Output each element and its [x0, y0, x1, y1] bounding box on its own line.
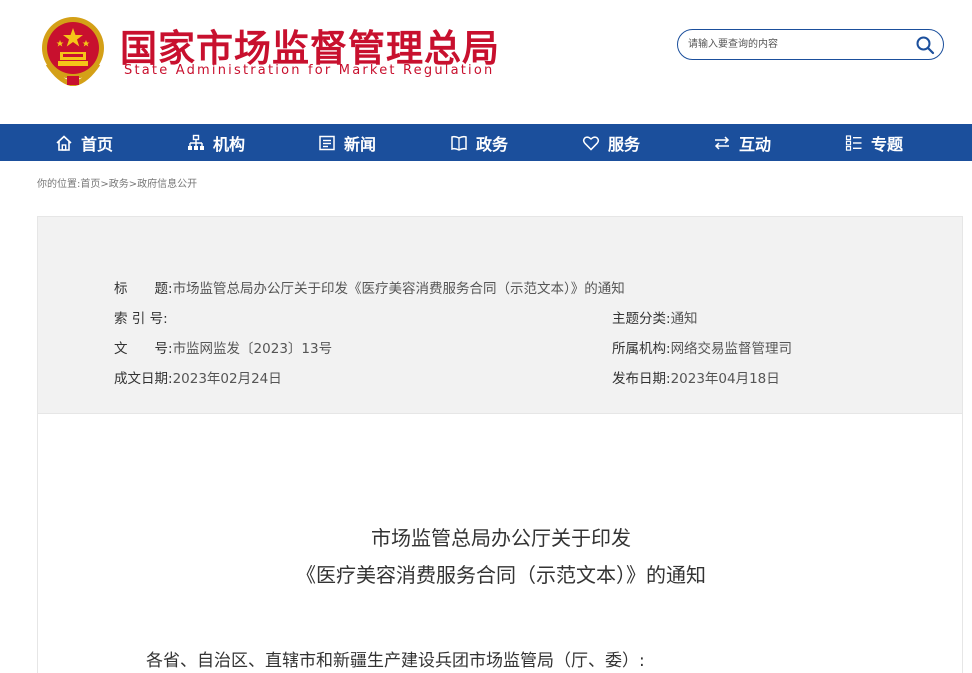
nav-item-government[interactable]: 政务 — [450, 124, 508, 161]
info-date-row: 成文日期:2023年02月24日 — [114, 367, 282, 387]
nav-item-topic[interactable]: 专题 — [845, 124, 903, 161]
nav-item-interact[interactable]: 互动 — [713, 124, 771, 161]
info-date-value: 2023年02月24日 — [172, 371, 282, 387]
nav-label: 服务 — [608, 134, 641, 154]
search-icon[interactable] — [915, 35, 935, 55]
info-title-label: 标 题: — [114, 281, 173, 297]
info-date-label: 成文日期: — [114, 371, 173, 387]
search-box — [677, 29, 944, 60]
nav-label: 新闻 — [344, 134, 377, 154]
government-icon — [451, 135, 467, 151]
info-category-value: 通知 — [670, 311, 698, 327]
info-org-row: 所属机构:网络交易监督管理司 — [612, 337, 792, 357]
info-index-label: 索 引 号: — [114, 311, 168, 327]
national-emblem-icon[interactable] — [40, 14, 106, 86]
nav-label: 专题 — [871, 134, 904, 154]
org-icon — [188, 134, 204, 150]
info-org-label: 所属机构: — [612, 341, 671, 357]
nav-item-service[interactable]: 服务 — [582, 124, 640, 161]
site-subtitle: State Administration for Market Regulati… — [124, 63, 495, 78]
info-title-value: 市场监管总局办公厅关于印发《医疗美容消费服务合同（示范文本）》的通知 — [172, 281, 625, 297]
nav-label: 互动 — [739, 134, 772, 154]
heart-icon — [582, 135, 600, 151]
document-title-line1: 市场监管总局办公厅关于印发 — [371, 526, 631, 550]
info-docno-label: 文 号: — [114, 341, 173, 357]
nav-label: 机构 — [213, 134, 246, 154]
document-info-panel: 标 题:市场监管总局办公厅关于印发《医疗美容消费服务合同（示范文本）》的通知 索… — [37, 216, 963, 414]
nav-label: 首页 — [81, 134, 114, 154]
home-icon — [56, 134, 72, 151]
document-title-line2: 《医疗美容消费服务合同（示范文本）》的通知 — [296, 563, 706, 587]
document-greeting: 各省、自治区、直辖市和新疆生产建设兵团市场监管局（厅、委）: — [146, 651, 645, 671]
info-publish-row: 发布日期:2023年04月18日 — [612, 367, 780, 387]
info-category-label: 主题分类: — [612, 311, 671, 327]
info-org-value: 网络交易监督管理司 — [670, 341, 793, 357]
news-icon — [319, 135, 335, 150]
document-content: 市场监管总局办公厅关于印发 《医疗美容消费服务合同（示范文本）》的通知 各省、自… — [37, 414, 963, 673]
exchange-icon — [714, 135, 730, 150]
nav-item-org[interactable]: 机构 — [187, 124, 245, 161]
main-nav: 首页 机构 新闻 政务 服务 互动 专题 — [0, 124, 972, 161]
breadcrumb[interactable]: 你的位置:首页>政务>政府信息公开 — [37, 175, 197, 190]
info-publish-value: 2023年04月18日 — [670, 371, 780, 387]
nav-item-home[interactable]: 首页 — [55, 124, 113, 161]
site-header: 国家市场监督管理总局 State Administration for Mark… — [0, 0, 972, 124]
nav-item-news[interactable]: 新闻 — [318, 124, 376, 161]
info-index-row: 索 引 号: — [114, 307, 168, 327]
info-publish-label: 发布日期: — [612, 371, 671, 387]
info-title-row: 标 题:市场监管总局办公厅关于印发《医疗美容消费服务合同（示范文本）》的通知 — [114, 277, 625, 297]
topic-icon — [845, 134, 862, 151]
nav-label: 政务 — [476, 134, 509, 154]
info-category-row: 主题分类:通知 — [612, 307, 698, 327]
info-docno-value: 市监网监发〔2023〕13号 — [172, 341, 333, 357]
info-docno-row: 文 号:市监网监发〔2023〕13号 — [114, 337, 332, 357]
search-input[interactable] — [688, 34, 903, 55]
